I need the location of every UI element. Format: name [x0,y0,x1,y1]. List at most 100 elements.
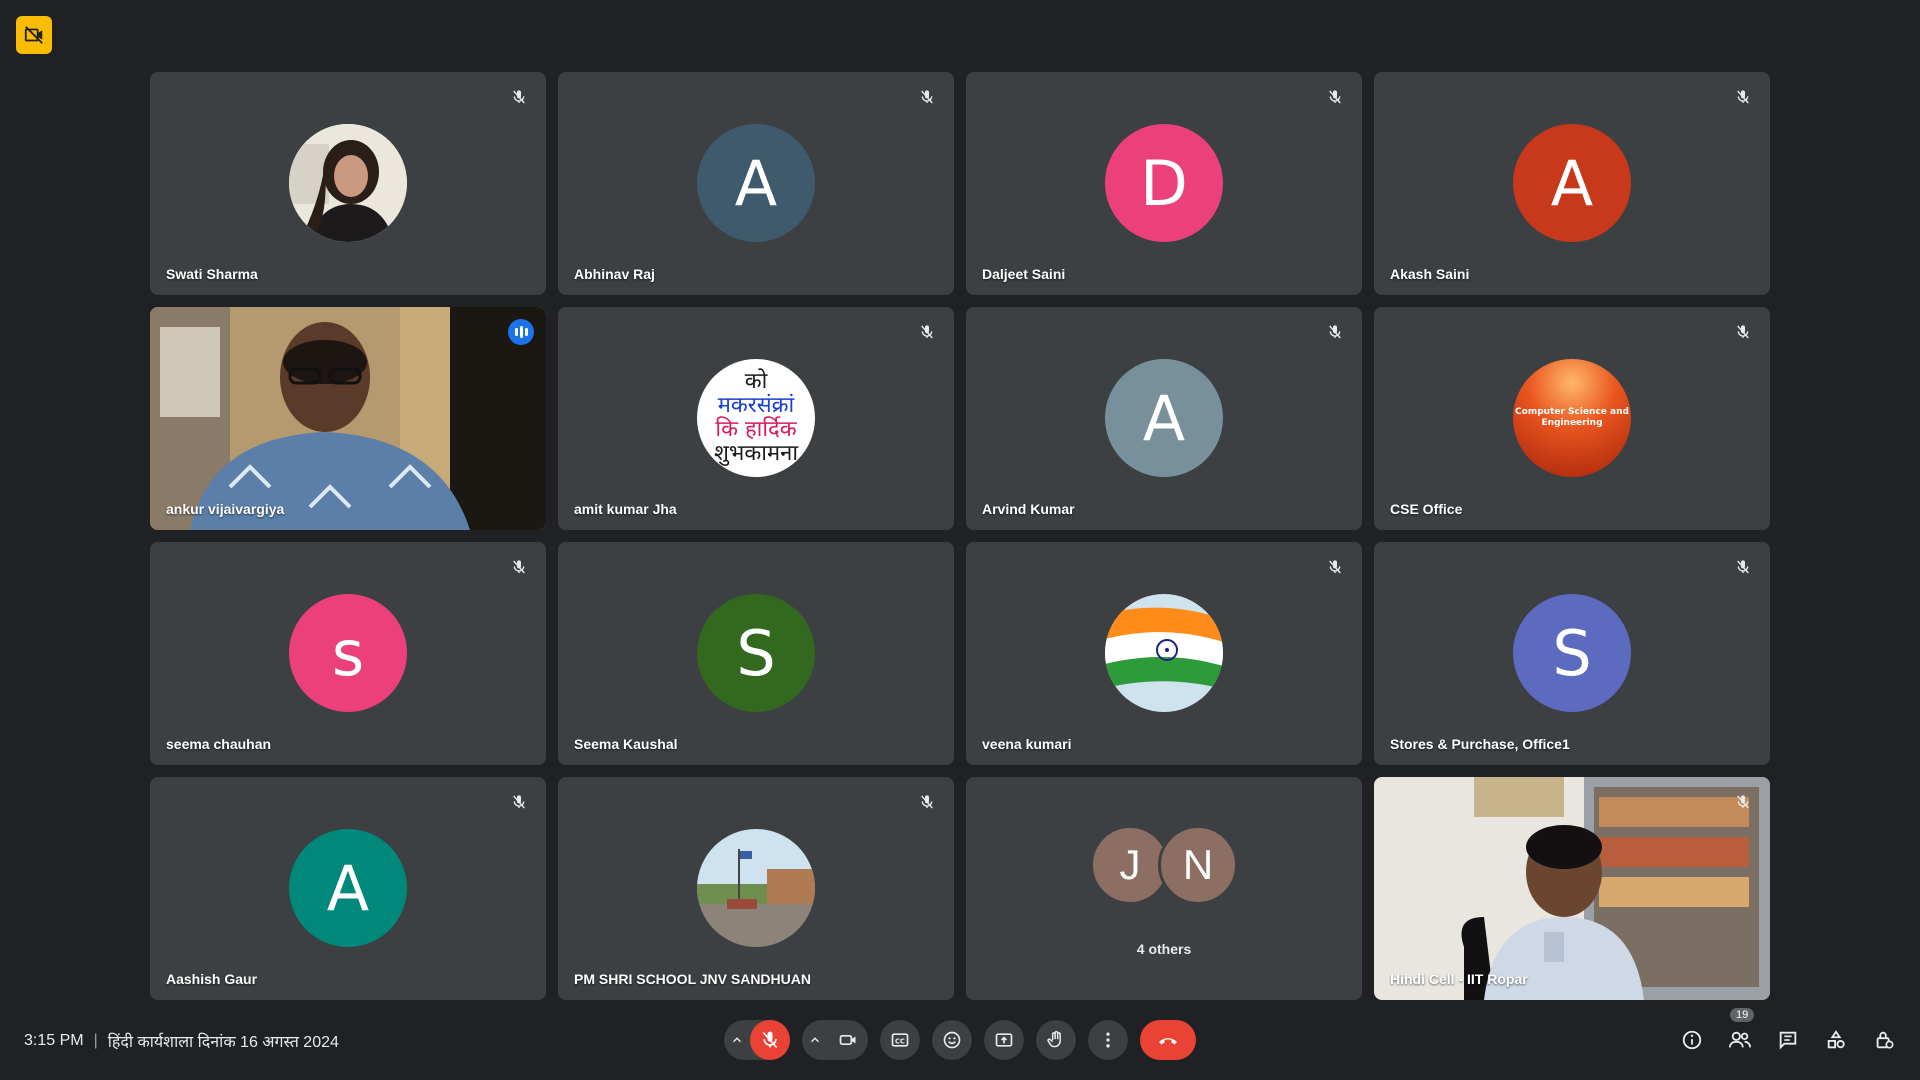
avatar: Computer Science and Engineering [1513,359,1631,477]
avatar: को मकरसंक्रां कि हार्दिक शुभकामना [697,359,815,477]
participant-name: Akash Saini [1390,266,1470,282]
camera-icon [839,1035,856,1045]
avatar: N [1158,825,1238,905]
raise-hand-button[interactable] [1036,1020,1076,1060]
host-controls-icon [1876,1031,1894,1049]
call-controls: CC [724,1020,1196,1060]
leave-call-button[interactable] [1140,1020,1196,1060]
avatar-text: Engineering [1541,418,1603,428]
avatar: A [697,124,815,242]
more-vert-icon [1106,1032,1110,1048]
avatar-text: मकरसंक्रां [717,393,795,418]
svg-text:CC: CC [895,1037,905,1045]
chevron-up-icon[interactable] [724,1020,750,1060]
mic-off-icon [508,86,530,108]
bottom-bar: 3:15 PM | हिंदी कार्यशाला दिनांक 16 अगस्… [0,1008,1920,1068]
avatar: D [1105,124,1223,242]
camera-group [802,1020,868,1060]
participant-name: PM SHRI SCHOOL JNV SANDHUAN [574,971,811,987]
participant-name: Swati Sharma [166,266,258,282]
mic-off-icon [508,791,530,813]
meeting-title: हिंदी कार्यशाला दिनांक 16 अगस्त 2024 [107,1034,339,1051]
mic-off-icon [1324,556,1346,578]
mic-off-icon [916,791,938,813]
activities-button[interactable] [1816,1020,1856,1060]
avatar: S [697,594,815,712]
mic-off-icon [1732,791,1754,813]
people-button[interactable]: 19 [1720,1008,1760,1060]
present-button[interactable] [984,1020,1024,1060]
meeting-info: 3:15 PM | हिंदी कार्यशाला दिनांक 16 अगस्… [24,1030,339,1052]
mic-group [724,1020,790,1060]
participant-tile[interactable]: ankur vijaivargiya [150,307,546,530]
mic-off-icon [508,556,530,578]
speaking-indicator-icon [508,319,534,345]
avatar: A [1513,124,1631,242]
participant-tile[interactable]: Computer Science and Engineering CSE Off… [1374,307,1770,530]
mic-off-button[interactable] [750,1020,790,1060]
participant-tile[interactable]: s seema chauhan [150,542,546,765]
participant-tile[interactable]: Hindi Cell - IIT Ropar [1374,777,1770,1000]
avatar: A [289,829,407,947]
participant-tile[interactable]: को मकरसंक्रां कि हार्दिक शुभकामना amit k… [558,307,954,530]
avatar: A [1105,359,1223,477]
participant-video [1374,777,1770,1000]
participant-name: seema chauhan [166,736,272,752]
participant-name: Daljeet Saini [982,266,1066,282]
emoji-button[interactable] [932,1020,972,1060]
meeting-details-button[interactable] [1672,1020,1712,1060]
participant-name: Seema Kaushal [574,736,678,752]
camera-button[interactable] [828,1020,868,1060]
others-label: 4 others [1136,941,1192,957]
call-end-icon [1159,1038,1177,1045]
mic-off-icon [1324,321,1346,343]
host-controls-button[interactable] [1864,1020,1904,1060]
participant-name: Hindi Cell - IIT Ropar [1390,971,1528,987]
separator: | [93,1032,98,1049]
meeting-time: 3:15 PM [24,1032,84,1049]
mic-off-icon [1324,86,1346,108]
side-panel-controls: 19 [1672,1008,1904,1060]
no-video-icon[interactable] [16,16,52,54]
avatar: S [1513,594,1631,712]
more-options-button[interactable] [1088,1020,1128,1060]
avatar [697,829,815,947]
participant-tile[interactable]: PM SHRI SCHOOL JNV SANDHUAN [558,777,954,1000]
participant-name: Abhinav Raj [574,266,655,282]
participant-name: Aashish Gaur [166,971,258,987]
participant-tile[interactable]: D Daljeet Saini [966,72,1362,295]
participant-name: Stores & Purchase, Office1 [1390,736,1570,752]
avatar [289,124,407,242]
avatar [1105,594,1223,712]
participant-tile[interactable]: S Stores & Purchase, Office1 [1374,542,1770,765]
participant-name: CSE Office [1390,501,1463,517]
participant-video [150,307,546,530]
others-tile[interactable]: J N 4 others [966,777,1362,1000]
mic-off-icon [916,86,938,108]
raise-hand-icon [1047,1030,1061,1048]
participant-grid: Swati Sharma A Abhinav Raj D Daljeet Sai… [150,72,1772,1000]
mic-off-icon [762,1031,778,1049]
participant-count-badge: 19 [1730,1008,1755,1022]
mic-off-icon [1732,321,1754,343]
participant-tile[interactable]: A Abhinav Raj [558,72,954,295]
mic-off-icon [916,321,938,343]
avatar-text: Computer Science and [1515,407,1629,417]
participant-tile[interactable]: A Aashish Gaur [150,777,546,1000]
info-icon [1682,1030,1702,1050]
captions-button[interactable]: CC [880,1020,920,1060]
participant-name: amit kumar Jha [574,501,677,517]
participant-tile[interactable]: veena kumari [966,542,1362,765]
avatar-text: कि हार्दिक [715,417,797,442]
participant-tile[interactable]: Swati Sharma [150,72,546,295]
participant-tile[interactable]: S Seema Kaushal [558,542,954,765]
people-icon [1729,1031,1751,1048]
others-avatars: J N [1090,825,1238,905]
avatar-text: को [744,369,768,394]
participant-tile[interactable]: A Arvind Kumar [966,307,1362,530]
chat-button[interactable] [1768,1020,1808,1060]
participant-tile[interactable]: A Akash Saini [1374,72,1770,295]
chevron-up-icon[interactable] [802,1020,828,1060]
captions-icon: CC [891,1033,909,1047]
avatar-text: शुभकामना [713,441,799,466]
